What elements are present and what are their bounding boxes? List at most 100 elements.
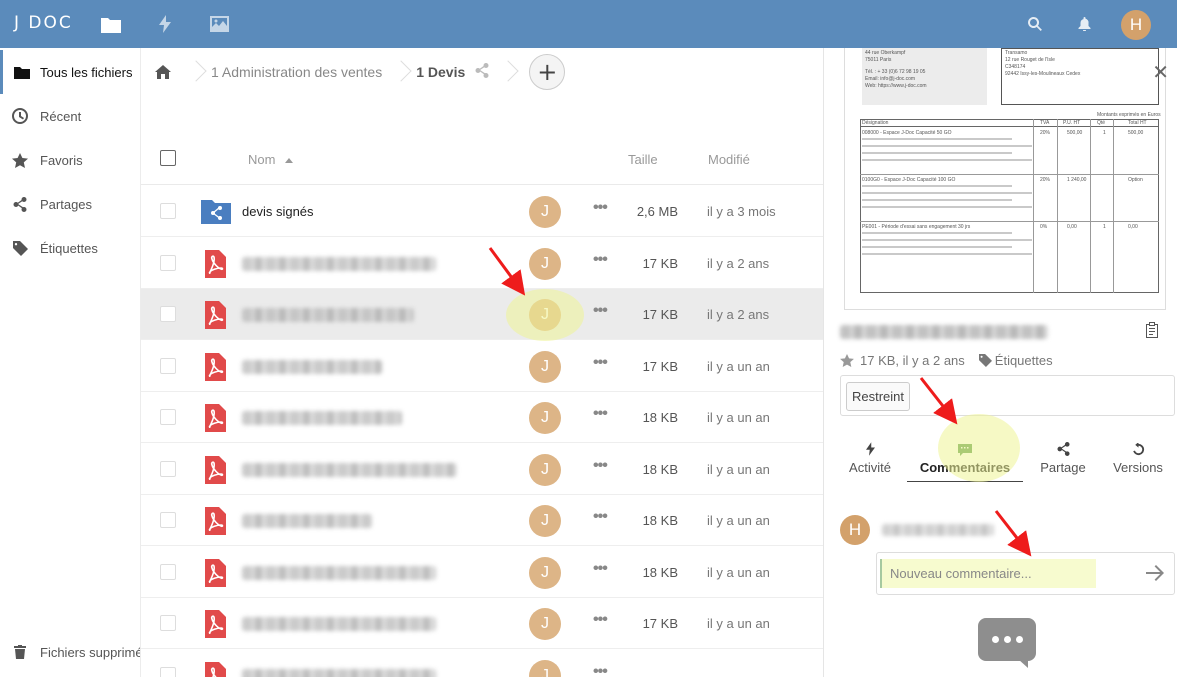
gallery-app-icon[interactable] (195, 0, 243, 48)
preview-text-line (862, 159, 1032, 161)
owner-avatar[interactable]: J (529, 556, 561, 589)
activity-app-icon[interactable] (141, 0, 189, 48)
owner-avatar[interactable]: J (529, 659, 561, 677)
file-name[interactable]: devis signés (242, 204, 314, 219)
preview-text-line (862, 232, 1012, 234)
file-row[interactable]: J ••• 17 KB il y a un an (141, 341, 823, 392)
owner-avatar[interactable]: J (529, 350, 561, 383)
tab-sharing[interactable]: Partage (1025, 432, 1101, 482)
tab-activity[interactable]: Activité (832, 432, 908, 482)
file-meta-text: 17 KB, il y a 2 ans (860, 353, 965, 368)
comment-author-avatar: H (840, 515, 870, 545)
tab-label: Activité (849, 460, 891, 475)
more-actions-icon[interactable]: ••• (593, 457, 608, 475)
owner-avatar[interactable]: J (529, 453, 561, 486)
sidebar-item-label: Fichiers supprimés (40, 644, 140, 660)
notifications-bell-icon[interactable] (1064, 0, 1104, 48)
preview-text-line (862, 138, 1012, 140)
preview-text-line (862, 145, 1032, 147)
sidebar-item-recent[interactable]: Récent (0, 94, 140, 138)
row-checkbox[interactable] (160, 203, 176, 219)
row-checkbox[interactable] (160, 306, 176, 322)
sidebar-item-label: Tous les fichiers (40, 64, 133, 80)
breadcrumb-item[interactable]: 1 Administration des ventes (203, 64, 390, 80)
column-name-header[interactable]: Nom (248, 152, 294, 167)
new-comment-input[interactable] (880, 559, 1096, 588)
row-checkbox[interactable] (160, 615, 176, 631)
file-row[interactable]: devis signés J ••• 2,6 MB il y a 3 mois (141, 186, 823, 237)
tag-icon (978, 354, 992, 367)
sidebar-item-label: Récent (40, 108, 82, 124)
row-checkbox[interactable] (160, 409, 176, 425)
more-actions-icon[interactable]: ••• (593, 302, 608, 320)
file-modified: il y a un an (707, 358, 770, 374)
file-row[interactable]: J ••• 18 KB il y a un an (141, 547, 823, 598)
tags-input-box[interactable]: Restreint (840, 375, 1175, 416)
sidebar-item-shares[interactable]: Partages (0, 182, 140, 226)
row-checkbox[interactable] (160, 563, 176, 580)
row-checkbox[interactable] (160, 254, 176, 271)
more-actions-icon[interactable]: ••• (593, 663, 608, 677)
file-modified: il y a un an (707, 513, 770, 528)
owner-avatar[interactable]: J (529, 505, 561, 537)
owner-avatar[interactable]: J (529, 299, 561, 331)
app-logo[interactable]: J DOC (14, 13, 73, 33)
breadcrumb-current[interactable]: 1 Devis (408, 64, 473, 80)
row-checkbox[interactable] (160, 357, 176, 374)
add-new-button[interactable]: + (529, 54, 566, 90)
column-size-header[interactable]: Taille (628, 152, 658, 167)
search-icon[interactable] (1015, 0, 1055, 48)
preview-sender-line: 44 rue Oberkampf (865, 50, 906, 56)
file-name-redacted (242, 617, 436, 631)
file-name-redacted (242, 308, 414, 322)
owner-avatar[interactable]: J (529, 402, 561, 434)
sidebar-item-deleted-files[interactable]: Fichiers supprimés (0, 630, 140, 674)
preview-table-rule (1090, 119, 1091, 293)
owner-avatar[interactable]: J (529, 608, 561, 640)
file-row[interactable]: J ••• 18 KB il y a un an (141, 392, 823, 443)
more-actions-icon[interactable]: ••• (593, 405, 608, 423)
home-icon[interactable] (141, 65, 185, 79)
more-actions-icon[interactable]: ••• (593, 251, 608, 269)
file-row[interactable]: J ••• 18 KB il y a un an (141, 495, 823, 546)
column-modified-header[interactable]: Modifié (708, 152, 750, 167)
row-checkbox[interactable] (160, 512, 176, 528)
file-row[interactable]: J ••• 17 KB il y a un an (141, 598, 823, 649)
pdf-file-icon (201, 610, 231, 638)
owner-avatar[interactable]: J (529, 247, 561, 280)
select-all-checkbox[interactable] (160, 150, 176, 166)
send-arrow-icon[interactable] (1146, 565, 1164, 584)
chat-bubble-icon[interactable] (978, 618, 1036, 668)
sidebar-item-tags[interactable]: Étiquettes (0, 226, 140, 270)
share-icon[interactable] (475, 63, 489, 81)
new-comment-box[interactable] (876, 552, 1175, 595)
tag-restricted[interactable]: Restreint (846, 382, 911, 411)
pdf-file-icon (201, 661, 231, 677)
more-actions-icon[interactable]: ••• (593, 508, 608, 526)
file-row[interactable]: J ••• (141, 650, 823, 677)
more-actions-icon[interactable]: ••• (593, 199, 608, 217)
tab-comments[interactable]: Commentaires (907, 432, 1023, 482)
row-checkbox[interactable] (160, 666, 176, 677)
more-actions-icon[interactable]: ••• (593, 560, 608, 578)
user-avatar[interactable]: H (1121, 10, 1151, 40)
copy-link-icon[interactable] (1145, 322, 1159, 341)
owner-avatar[interactable]: J (529, 196, 561, 228)
file-row[interactable]: J ••• 18 KB il y a un an (141, 444, 823, 495)
star-icon[interactable] (840, 354, 854, 367)
file-row[interactable]: J ••• 17 KB il y a 2 ans (141, 289, 823, 340)
sidebar-item-label: Étiquettes (40, 240, 98, 256)
tags-link[interactable]: Étiquettes (995, 353, 1053, 368)
more-actions-icon[interactable]: ••• (593, 611, 608, 629)
row-checkbox[interactable] (160, 460, 176, 477)
close-sidebar-icon[interactable]: ✕ (1152, 60, 1169, 84)
tab-versions[interactable]: Versions (1103, 432, 1173, 482)
file-row[interactable]: J ••• 17 KB il y a 2 ans (141, 238, 823, 289)
sidebar-item-favorites[interactable]: Favoris (0, 138, 140, 182)
file-preview[interactable]: 44 rue Oberkampf 75011 Paris Tél. : + 33 (… (844, 48, 1166, 310)
more-actions-icon[interactable]: ••• (593, 354, 608, 372)
breadcrumb-separator (390, 48, 408, 96)
files-app-icon[interactable] (87, 0, 135, 48)
sidebar-item-all-files[interactable]: Tous les fichiers (0, 50, 140, 94)
preview-cell-qte: 1 (1103, 130, 1106, 136)
